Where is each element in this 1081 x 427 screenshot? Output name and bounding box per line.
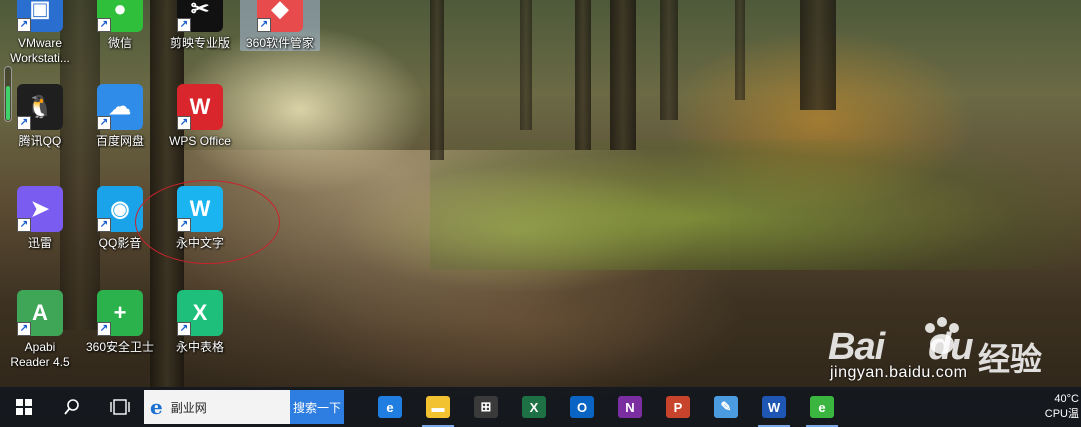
shortcut-arrow-icon: ↗ [97, 322, 111, 336]
desktop-icon-label: 百度网盘 [95, 134, 144, 148]
desktop-icon-xunlei[interactable]: ➤ ↗ 迅雷 [0, 186, 80, 251]
tree-trunk [660, 0, 678, 120]
desktop-icon-label: 360安全卫士 [85, 340, 155, 354]
shortcut-arrow-icon: ↗ [177, 18, 191, 32]
desktop-icon-label: WPS Office [169, 134, 231, 148]
baidu-netdisk-icon: ☁ ↗ [97, 84, 143, 130]
desktop-icon-label: 剪映专业版 [169, 36, 230, 50]
taskbar-excel[interactable]: X [510, 387, 558, 427]
shortcut-arrow-icon: ↗ [17, 18, 31, 32]
wechat-icon: ● ↗ [97, 0, 143, 32]
jianying-pro-icon: ✂ ↗ [177, 0, 223, 32]
outlook-icon: O [570, 396, 594, 418]
desktop-icon-yozo-spreadsheet[interactable]: X ↗ 永中表格 [160, 290, 240, 355]
desktop-icon-wps-office[interactable]: W ↗ WPS Office [160, 84, 240, 149]
microsoft-store-icon: ⊞ [474, 396, 498, 418]
vmware-workstation-icon: ▣ ↗ [17, 0, 63, 32]
desktop-icon-360-security-guard[interactable]: + ↗ 360安全卫士 [80, 290, 160, 355]
shortcut-arrow-icon: ↗ [17, 116, 31, 130]
taskbar-powerpoint[interactable]: P [654, 387, 702, 427]
tencent-qq-icon: 🐧 ↗ [17, 84, 63, 130]
file-explorer-icon: ▬ [426, 396, 450, 418]
tree-trunk [520, 0, 532, 130]
tree-trunk [610, 0, 636, 150]
search-query: 副业网 [170, 400, 207, 415]
task-view-button[interactable] [96, 387, 144, 427]
desktop-icon-label: 永中表格 [175, 340, 224, 354]
task-view-icon [110, 399, 130, 415]
taskbar: e 副业网 搜索一下 e ▬ ⊞ X O N P ✎ We 40°C CPU温 [0, 387, 1081, 427]
desktop-icon-label: 360软件管家 [245, 36, 315, 50]
taskbar-file-explorer[interactable]: ▬ [414, 387, 462, 427]
tree-trunk [735, 0, 745, 100]
baidu-jingyan-watermark: Baidu 经验 jingyan.baidu.com [828, 312, 1078, 382]
shortcut-arrow-icon: ↗ [17, 322, 31, 336]
temperature-readout: 40°C [1054, 393, 1079, 405]
shortcut-arrow-icon: ↗ [177, 322, 191, 336]
powerpoint-icon: P [666, 396, 690, 418]
paint-icon: ✎ [714, 396, 738, 418]
search-go-button[interactable]: 搜索一下 [290, 390, 344, 424]
taskbar-outlook[interactable]: O [558, 387, 606, 427]
search-button[interactable] [48, 387, 96, 427]
shortcut-arrow-icon: ↗ [97, 18, 111, 32]
taskbar-edge[interactable]: e [366, 387, 414, 427]
taskbar-microsoft-store[interactable]: ⊞ [462, 387, 510, 427]
desktop-icon-label: VMware Workstati... [10, 36, 70, 65]
shortcut-arrow-icon: ↗ [97, 218, 111, 232]
taskbar-onenote[interactable]: N [606, 387, 654, 427]
system-tray[interactable]: 40°C CPU温 [1031, 387, 1081, 427]
browser-search-field[interactable]: e 副业网 [144, 390, 290, 424]
desktop-icon-vmware-workstation[interactable]: ▣ ↗ VMware Workstati... [0, 0, 80, 66]
excel-icon: X [522, 396, 546, 418]
desktop-icon-jianying-pro[interactable]: ✂ ↗ 剪映专业版 [160, 0, 240, 51]
edge-icon: e [378, 396, 402, 418]
desktop-icon-360-software-manager[interactable]: ◆ ↗ 360软件管家 [240, 0, 320, 51]
paw-icon [925, 317, 959, 354]
watermark-jingyan: 经验 [978, 341, 1043, 377]
desktop-icon-label: 微信 [107, 36, 132, 50]
shortcut-arrow-icon: ↗ [177, 116, 191, 130]
360-software-manager-icon: ◆ ↗ [257, 0, 303, 32]
wps-office-icon: W ↗ [177, 84, 223, 130]
onenote-icon: N [618, 396, 642, 418]
shortcut-arrow-icon: ↗ [17, 218, 31, 232]
sunlit-grass [430, 140, 1080, 270]
annotation-circle [135, 180, 280, 264]
ie-icon: e [150, 395, 163, 419]
tree-trunk [800, 0, 836, 110]
360-browser-icon: e [810, 396, 834, 418]
desktop-icon-tencent-qq[interactable]: 🐧 ↗ 腾讯QQ [0, 84, 80, 149]
tree-trunk [430, 0, 444, 160]
shortcut-arrow-icon: ↗ [257, 18, 271, 32]
desktop-icon-wechat[interactable]: ● ↗ 微信 [80, 0, 160, 51]
taskbar-paint[interactable]: ✎ [702, 387, 750, 427]
yozo-spreadsheet-icon: X ↗ [177, 290, 223, 336]
taskbar-360-browser[interactable]: e [798, 387, 846, 427]
360-security-guard-icon: + ↗ [97, 290, 143, 336]
desktop-icon-label: Apabi Reader 4.5 [10, 340, 70, 369]
desktop-icon-apabi-reader[interactable]: A ↗ Apabi Reader 4.5 [0, 290, 80, 370]
tree-trunk [575, 0, 591, 150]
shortcut-arrow-icon: ↗ [97, 116, 111, 130]
taskbar-word[interactable]: W [750, 387, 798, 427]
watermark-url: jingyan.baidu.com [830, 364, 968, 381]
word-icon: W [762, 396, 786, 418]
desktop-icon-baidu-netdisk[interactable]: ☁ ↗ 百度网盘 [80, 84, 160, 149]
desktop-icon-label: 腾讯QQ [18, 134, 62, 148]
cpu-temp-label: CPU温 [1044, 408, 1079, 420]
start-button[interactable] [0, 387, 48, 427]
apabi-reader-icon: A ↗ [17, 290, 63, 336]
search-icon [64, 399, 79, 415]
windows-icon [16, 399, 32, 415]
xunlei-icon: ➤ ↗ [17, 186, 63, 232]
taskbar-apps: e ▬ ⊞ X O N P ✎ We [366, 387, 846, 427]
desktop-icon-label: 迅雷 [27, 236, 52, 250]
